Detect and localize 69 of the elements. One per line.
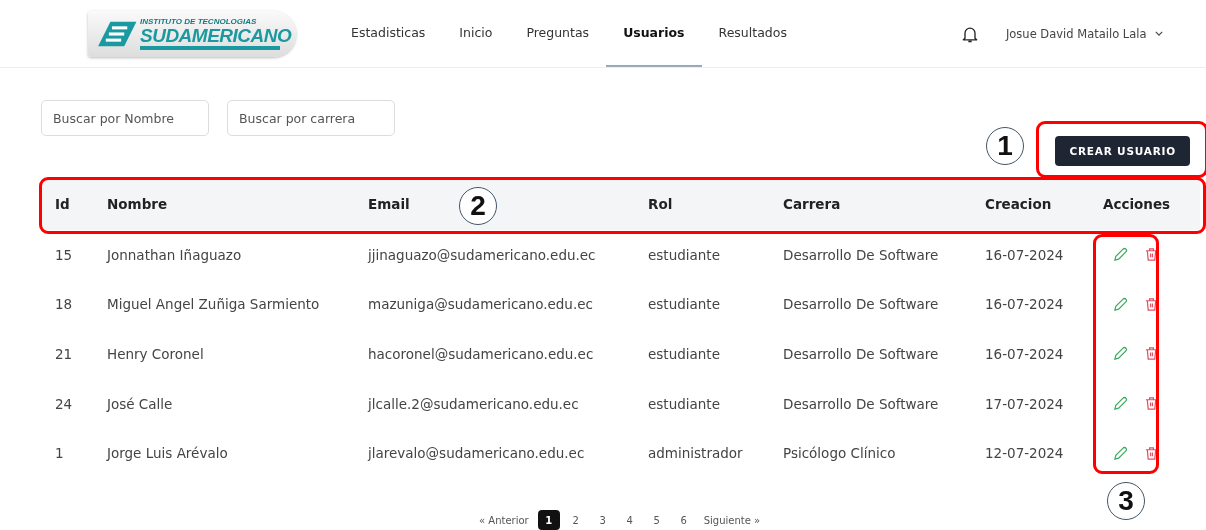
- table-cell: Miguel Angel Zuñiga Sarmiento: [107, 296, 320, 313]
- pencil-icon[interactable]: [1113, 445, 1128, 461]
- table-cell: Jorge Luis Arévalo: [107, 445, 228, 462]
- nav-link[interactable]: Resultados: [701, 0, 804, 67]
- page-link[interactable]: 1: [537, 510, 560, 530]
- create-user-button[interactable]: CREAR USUARIO: [1055, 136, 1190, 166]
- table-cell: 16-07-2024: [985, 346, 1064, 362]
- nav-link[interactable]: Preguntas: [509, 0, 607, 67]
- table-cell: 21: [55, 346, 73, 362]
- table-cell: jlarevalo@sudamericano.edu.ec: [368, 445, 585, 462]
- column-header: Acciones: [1103, 196, 1171, 212]
- table-cell: 1: [55, 445, 64, 462]
- pencil-icon[interactable]: [1113, 247, 1128, 263]
- column-header: Carrera: [783, 196, 841, 212]
- table-cell: Desarrollo De Software: [783, 246, 939, 263]
- trash-icon[interactable]: [1144, 346, 1159, 362]
- table-cell: estudiante: [648, 296, 720, 313]
- nav-link[interactable]: Estadisticas: [334, 0, 443, 67]
- column-header: Email: [368, 196, 410, 212]
- column-header: Creacion: [985, 196, 1052, 212]
- logo-caption: INSTITUTO DE TECNOLOGIAS: [140, 17, 258, 26]
- pencil-icon[interactable]: [1113, 296, 1128, 312]
- page-link[interactable]: 6: [672, 510, 695, 530]
- table-cell: 18: [55, 296, 73, 313]
- pencil-icon[interactable]: [1113, 396, 1128, 412]
- table-cell: estudiante: [648, 395, 720, 412]
- table-cell: estudiante: [648, 346, 720, 362]
- trash-icon[interactable]: [1144, 296, 1159, 312]
- page-link[interactable]: 5: [645, 510, 668, 530]
- column-header: Id: [55, 196, 70, 212]
- user-menu[interactable]: Josue David Matailo Lala: [999, 25, 1169, 42]
- page-link[interactable]: 3: [591, 510, 614, 530]
- callout-number: 1: [986, 127, 1024, 165]
- page-link[interactable]: 2: [564, 510, 587, 530]
- table-cell: 24: [55, 395, 73, 412]
- trash-icon[interactable]: [1144, 445, 1159, 461]
- trash-icon[interactable]: [1144, 247, 1159, 263]
- table-cell: mazuniga@sudamericano.edu.ec: [368, 296, 593, 313]
- nav-link[interactable]: Usuarios: [606, 0, 702, 67]
- table-cell: Desarrollo De Software: [783, 346, 939, 362]
- table-cell: administrador: [648, 445, 743, 462]
- pencil-icon[interactable]: [1113, 346, 1128, 362]
- table-cell: Jonnathan Iñaguazo: [107, 246, 242, 263]
- table-cell: Psicólogo Clínico: [783, 445, 896, 462]
- table-cell: Desarrollo De Software: [783, 395, 939, 412]
- search-field[interactable]: Buscar por Nombre: [41, 100, 209, 136]
- table-cell: 17-07-2024: [985, 395, 1064, 412]
- column-header: Nombre: [107, 196, 168, 212]
- table-cell: hacoronel@sudamericano.edu.ec: [368, 346, 594, 362]
- logo-wordmark: SUDAMERICANO: [140, 26, 292, 46]
- column-header: Rol: [648, 196, 673, 212]
- nav-link[interactable]: Inicio: [442, 0, 510, 67]
- table-cell: Desarrollo De Software: [783, 296, 939, 313]
- callout-number: 3: [1107, 482, 1145, 520]
- table-cell: 12-07-2024: [985, 445, 1064, 462]
- table-cell: 16-07-2024: [985, 246, 1064, 263]
- table-cell: 16-07-2024: [985, 296, 1064, 313]
- search-field[interactable]: Buscar por carrera: [227, 100, 395, 136]
- trash-icon[interactable]: [1144, 396, 1159, 412]
- table-cell: jlcalle.2@sudamericano.edu.ec: [368, 395, 579, 412]
- table-cell: José Calle: [107, 395, 173, 412]
- table-cell: jjinaguazo@sudamericano.edu.ec: [368, 246, 596, 263]
- page-link[interactable]: 4: [618, 510, 641, 530]
- table-cell: 15: [55, 246, 73, 263]
- previous-page-link[interactable]: « Anterior: [475, 514, 533, 526]
- table-cell: estudiante: [648, 246, 720, 263]
- chevron-down-icon: [1154, 31, 1163, 36]
- next-page-link[interactable]: Siguiente »: [699, 514, 765, 526]
- table-cell: Henry Coronel: [107, 346, 204, 362]
